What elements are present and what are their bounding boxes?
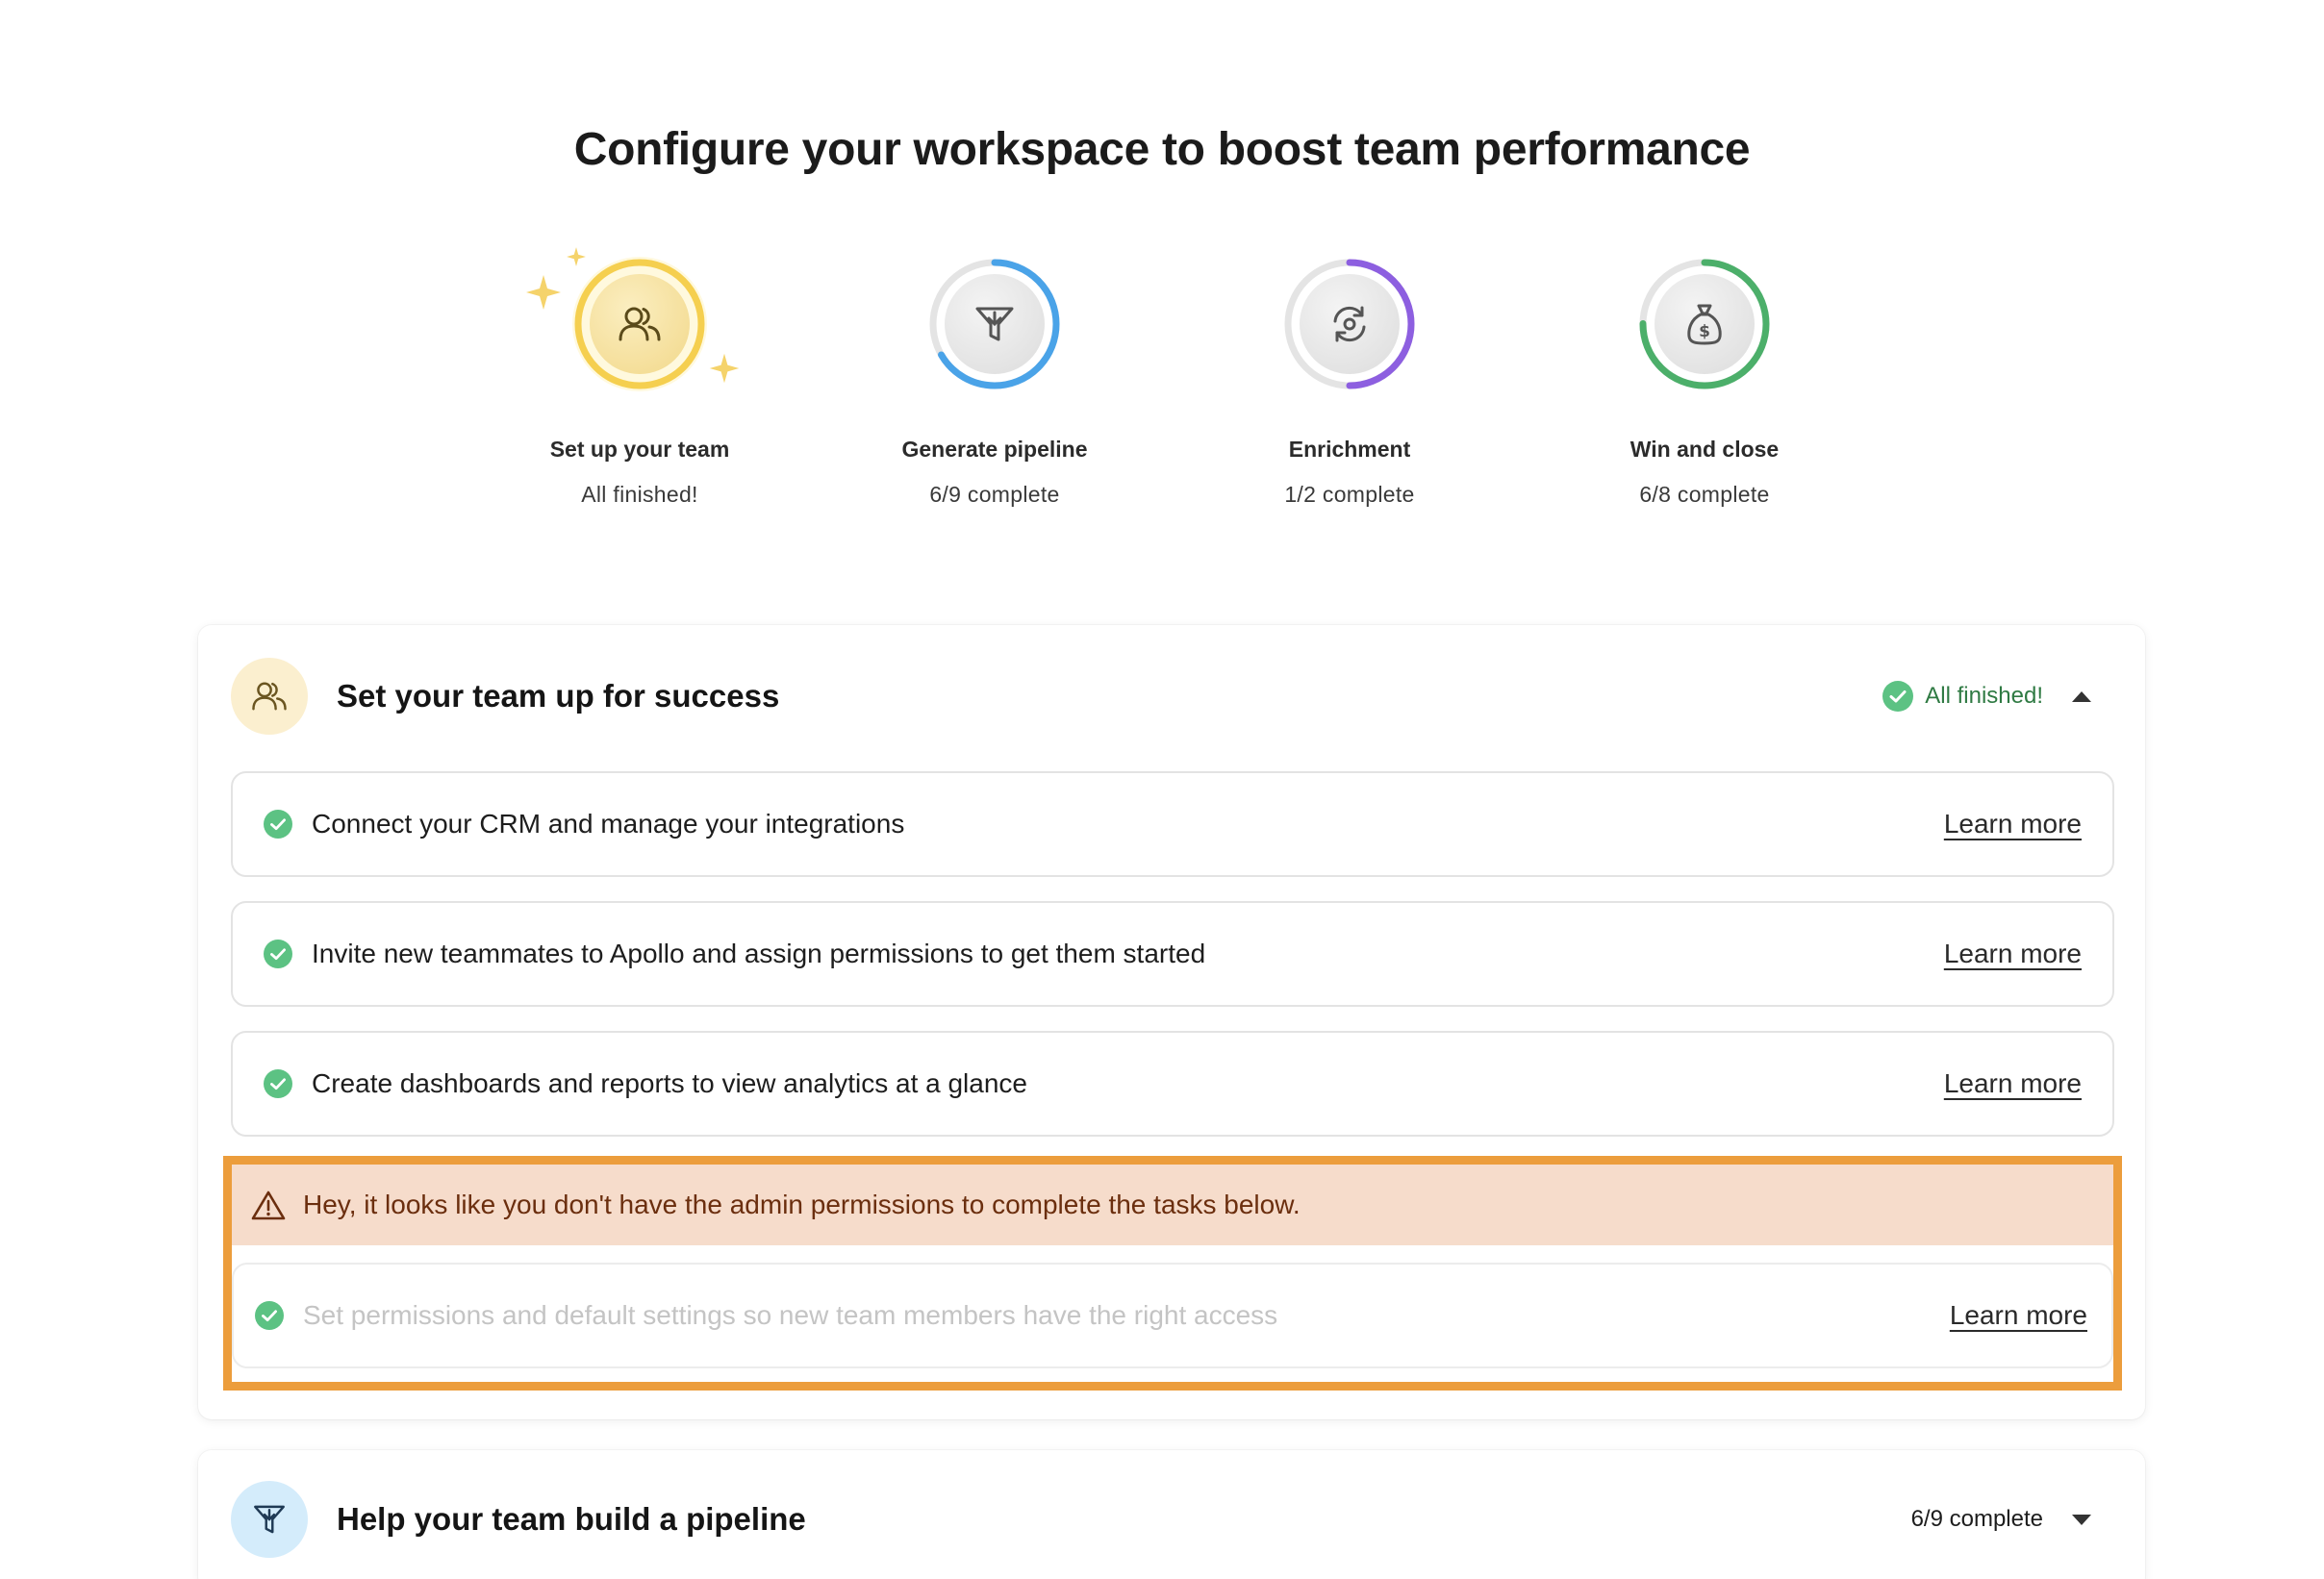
- check-circle-icon: [264, 940, 292, 968]
- warning-icon: [251, 1191, 286, 1220]
- learn-more-link[interactable]: Learn more: [1950, 1300, 2087, 1331]
- chevron-up-icon[interactable]: [2072, 690, 2091, 702]
- step-set-up-team[interactable]: Set up your team All finished!: [495, 247, 784, 508]
- step-label: Set up your team: [549, 437, 730, 462]
- permission-warning-box: Hey, it looks like you don't have the ad…: [223, 1156, 2122, 1391]
- task-row: Create dashboards and reports to view an…: [231, 1031, 2114, 1137]
- status-badge: All finished!: [1882, 681, 2043, 712]
- check-circle-icon: [1882, 681, 1914, 712]
- money-bag-icon: $: [1655, 274, 1755, 374]
- warning-banner: Hey, it looks like you don't have the ad…: [232, 1165, 2113, 1245]
- step-win-and-close[interactable]: $ Win and close 6/8 complete: [1560, 252, 1849, 508]
- check-circle-icon: [264, 1069, 292, 1098]
- chevron-down-icon[interactable]: [2072, 1514, 2091, 1525]
- step-label: Win and close: [1629, 437, 1780, 462]
- section-card-team-setup: Set your team up for success All finishe…: [198, 625, 2145, 1419]
- check-circle-icon: [264, 810, 292, 839]
- task-row: Connect your CRM and manage your integra…: [231, 771, 2114, 877]
- refresh-icon: [1300, 274, 1400, 374]
- section-header[interactable]: Set your team up for success All finishe…: [231, 658, 2112, 735]
- team-icon: [231, 658, 308, 735]
- sparkle-icon: [526, 275, 561, 310]
- funnel-icon: [231, 1481, 308, 1558]
- task-text: Connect your CRM and manage your integra…: [312, 809, 905, 839]
- warning-text: Hey, it looks like you don't have the ad…: [303, 1190, 1301, 1219]
- funnel-icon: [945, 274, 1045, 374]
- page-title: Configure your workspace to boost team p…: [573, 124, 1751, 175]
- step-generate-pipeline[interactable]: Generate pipeline 6/9 complete: [850, 252, 1139, 508]
- task-text: Invite new teammates to Apollo and assig…: [312, 939, 1206, 968]
- step-enrichment[interactable]: Enrichment 1/2 complete: [1205, 252, 1494, 508]
- step-label: Generate pipeline: [901, 437, 1088, 462]
- section-header[interactable]: Help your team build a pipeline 6/9 comp…: [231, 1481, 2112, 1558]
- step-label: Enrichment: [1288, 437, 1411, 462]
- svg-text:$: $: [1699, 322, 1710, 341]
- status-text: All finished!: [1925, 683, 2043, 709]
- section-title: Set your team up for success: [337, 678, 780, 714]
- task-row-disabled: Set permissions and default settings so …: [232, 1263, 2113, 1368]
- check-circle-icon: [255, 1301, 284, 1330]
- team-icon: [590, 274, 690, 374]
- status-text: 6/9 complete: [1910, 1506, 2043, 1532]
- learn-more-link[interactable]: Learn more: [1944, 1068, 2082, 1099]
- step-status: 1/2 complete: [1284, 482, 1415, 507]
- learn-more-link[interactable]: Learn more: [1944, 939, 2082, 969]
- task-text: Set permissions and default settings so …: [303, 1300, 1278, 1330]
- task-text: Create dashboards and reports to view an…: [312, 1068, 1027, 1098]
- learn-more-link[interactable]: Learn more: [1944, 809, 2082, 840]
- task-row: Invite new teammates to Apollo and assig…: [231, 901, 2114, 1007]
- step-status: All finished!: [581, 482, 698, 507]
- section-card-pipeline: Help your team build a pipeline 6/9 comp…: [198, 1450, 2145, 1579]
- sparkle-icon: [709, 353, 740, 384]
- step-status: 6/9 complete: [929, 482, 1060, 507]
- step-status: 6/8 complete: [1639, 482, 1770, 507]
- section-title: Help your team build a pipeline: [337, 1501, 806, 1537]
- progress-steps: Set up your team All finished! Generate …: [0, 247, 2324, 507]
